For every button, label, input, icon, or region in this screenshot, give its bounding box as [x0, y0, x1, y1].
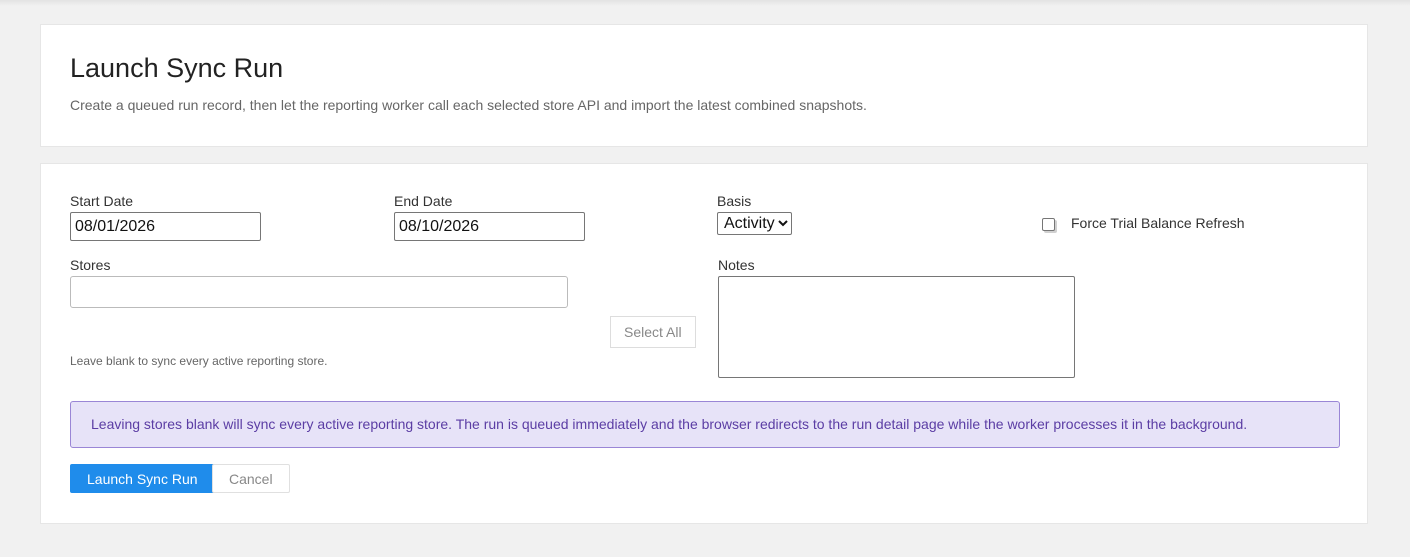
- basis-select[interactable]: Activity: [717, 212, 792, 235]
- page-header-card: Launch Sync Run Create a queued run reco…: [40, 24, 1368, 147]
- end-date-input[interactable]: [394, 212, 585, 241]
- stores-multiselect[interactable]: [70, 276, 568, 308]
- notes-textarea[interactable]: [718, 276, 1075, 378]
- select-all-button[interactable]: Select All: [610, 316, 696, 348]
- page-title: Launch Sync Run: [70, 53, 284, 83]
- end-date-label: End Date: [394, 193, 453, 209]
- launch-sync-run-button[interactable]: Launch Sync Run: [70, 464, 215, 493]
- info-alert: Leaving stores blank will sync every act…: [70, 401, 1340, 448]
- basis-label: Basis: [717, 193, 752, 209]
- notes-label: Notes: [718, 257, 755, 273]
- start-date-input[interactable]: [70, 212, 261, 241]
- start-date-label: Start Date: [70, 193, 134, 209]
- sync-run-form: Start Date End Date Basis Activity Force…: [40, 163, 1368, 524]
- page-subtitle: Create a queued run record, then let the…: [70, 97, 867, 113]
- cancel-button[interactable]: Cancel: [212, 464, 290, 493]
- force-refresh-label: Force Trial Balance Refresh: [1071, 215, 1245, 231]
- stores-label: Stores: [70, 257, 111, 273]
- force-refresh-checkbox[interactable]: [1042, 218, 1055, 231]
- top-shadow: [0, 0, 1410, 6]
- stores-hint: Leave blank to sync every active reporti…: [70, 354, 328, 368]
